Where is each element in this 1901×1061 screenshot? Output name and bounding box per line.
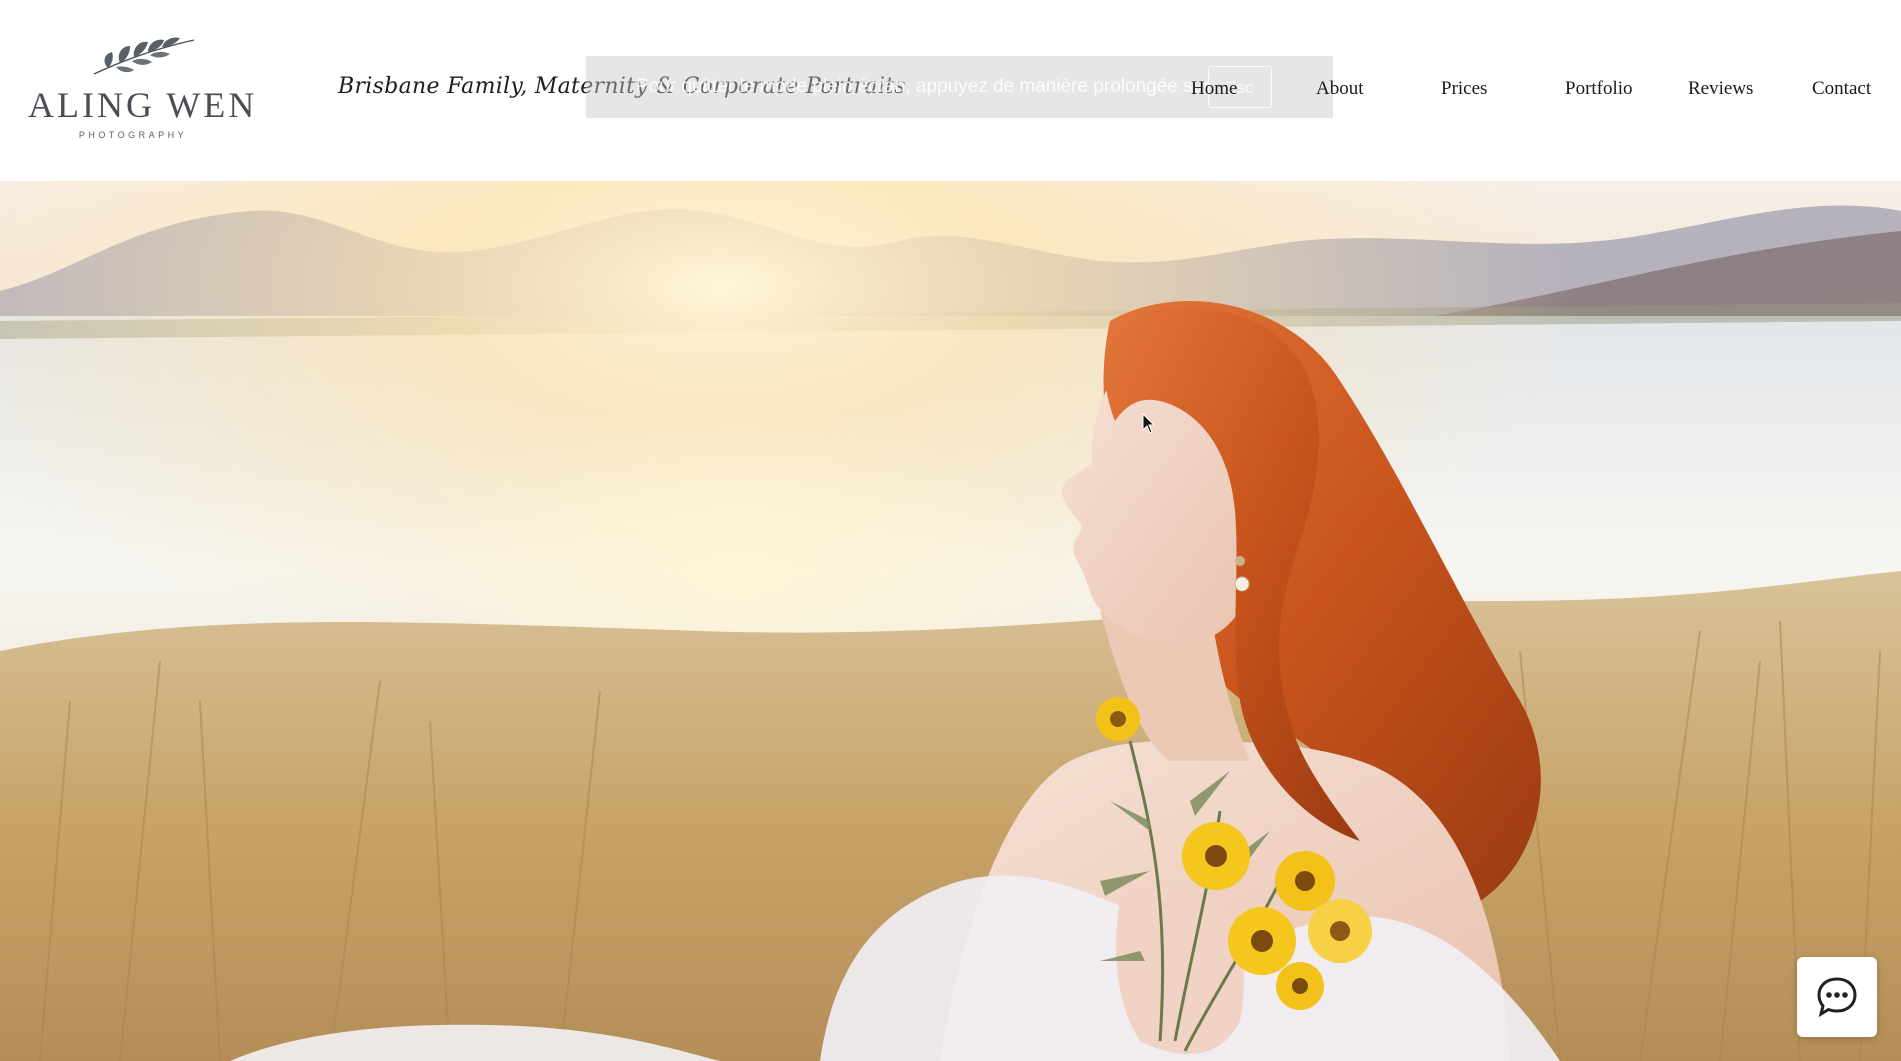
fullscreen-hint-text: Pour quitter le mode plein écran, appuye… <box>636 76 1210 97</box>
chat-button[interactable] <box>1797 957 1877 1037</box>
nav-item-home[interactable]: Home <box>1191 78 1237 100</box>
logo-name: ALING WEN <box>28 85 258 125</box>
hero-photo-illustration <box>0 181 1901 1061</box>
mouse-cursor-icon <box>1142 413 1156 434</box>
nav-item-prices[interactable]: Prices <box>1441 78 1487 100</box>
hero-image <box>0 181 1901 1061</box>
olive-branch-icon <box>93 37 195 75</box>
nav-item-contact[interactable]: Contact <box>1812 78 1871 100</box>
nav-item-about[interactable]: About <box>1316 78 1364 100</box>
nav-item-reviews[interactable]: Reviews <box>1688 78 1753 100</box>
site-header: ALING WEN PHOTOGRAPHY Brisbane Family, M… <box>0 0 1901 181</box>
logo[interactable]: ALING WEN PHOTOGRAPHY <box>28 34 258 144</box>
chat-bubble-icon <box>1817 977 1857 1018</box>
nav-item-portfolio[interactable]: Portfolio <box>1565 78 1633 100</box>
logo-subtitle: PHOTOGRAPHY <box>78 130 188 140</box>
